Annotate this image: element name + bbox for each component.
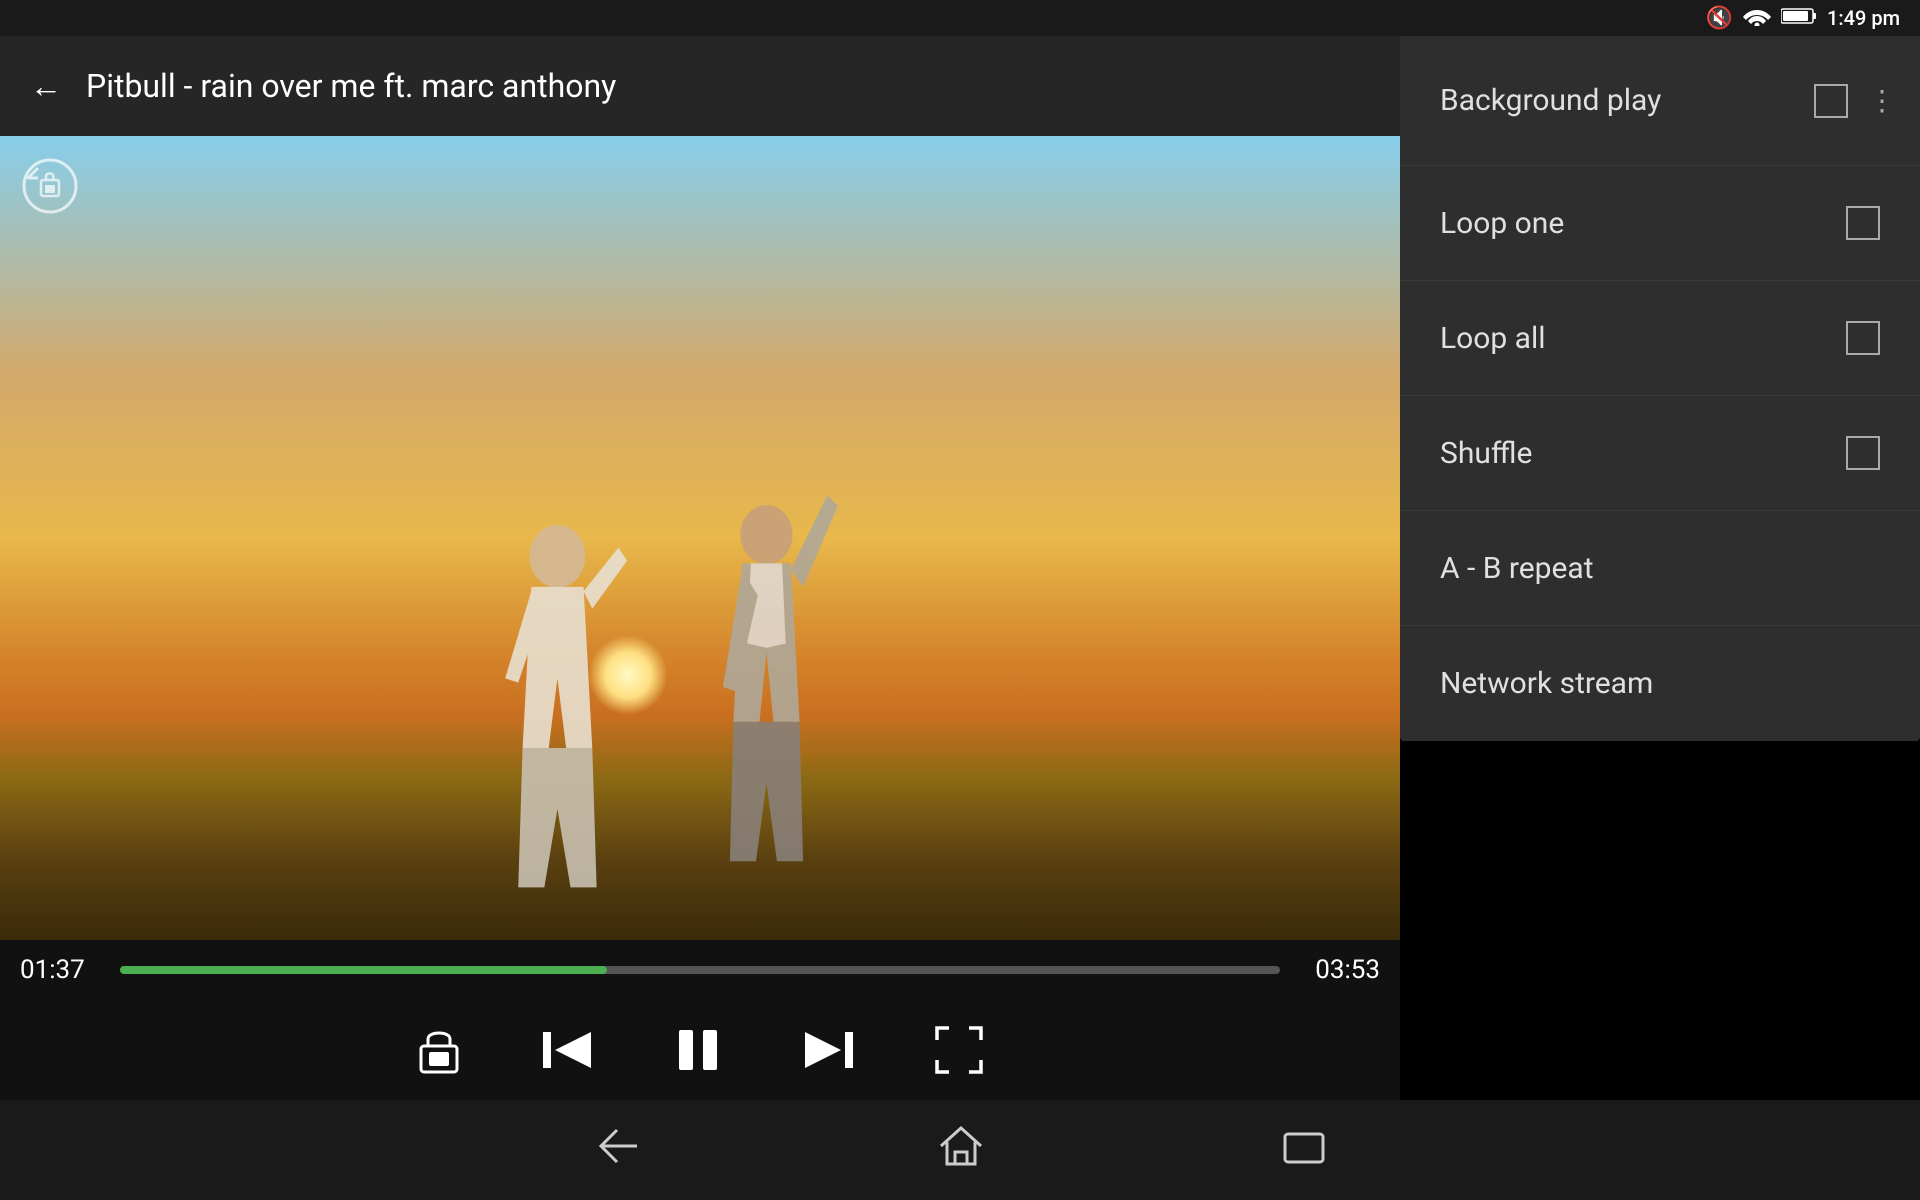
back-button[interactable]: ← xyxy=(30,67,62,105)
back-nav-button[interactable] xyxy=(595,1128,639,1173)
menu-item-loop-all[interactable]: Loop all xyxy=(1400,281,1920,396)
background-play-checkbox[interactable] xyxy=(1814,84,1848,118)
video-frame xyxy=(0,136,1400,940)
current-time: 01:37 xyxy=(20,955,100,985)
rotation-lock-icon[interactable] xyxy=(20,156,80,216)
loop-one-label: Loop one xyxy=(1440,206,1564,241)
progress-track[interactable] xyxy=(120,966,1280,974)
shuffle-label: Shuffle xyxy=(1440,436,1532,471)
menu-item-loop-one[interactable]: Loop one xyxy=(1400,166,1920,281)
navigation-bar xyxy=(0,1100,1920,1200)
menu-item-ab-repeat[interactable]: A - B repeat xyxy=(1400,511,1920,626)
fullscreen-button[interactable] xyxy=(935,1026,983,1074)
mute-icon: 🔇 xyxy=(1706,6,1733,31)
wifi-icon xyxy=(1743,4,1771,32)
status-bar: 🔇 1:49 pm xyxy=(0,0,1920,36)
network-stream-label: Network stream xyxy=(1440,666,1653,701)
loop-all-checkbox[interactable] xyxy=(1846,321,1880,355)
lock-button[interactable] xyxy=(417,1024,461,1076)
home-nav-button[interactable] xyxy=(939,1126,983,1175)
recents-nav-button[interactable] xyxy=(1283,1128,1325,1173)
next-button[interactable] xyxy=(803,1028,855,1072)
playback-controls xyxy=(0,1000,1400,1100)
more-options-icon[interactable]: ⋮ xyxy=(1860,76,1904,125)
battery-icon xyxy=(1781,6,1817,30)
prev-button[interactable] xyxy=(541,1028,593,1072)
menu-item-background-play[interactable]: Background play ⋮ xyxy=(1400,36,1920,166)
clock: 1:49 pm xyxy=(1827,6,1900,30)
menu-item-shuffle[interactable]: Shuffle xyxy=(1400,396,1920,511)
progress-bar-area: 01:37 03:53 xyxy=(0,940,1400,1000)
pause-button[interactable] xyxy=(673,1025,723,1075)
progress-fill xyxy=(120,966,607,974)
menu-item-network-stream[interactable]: Network stream xyxy=(1400,626,1920,741)
loop-all-label: Loop all xyxy=(1440,321,1546,356)
total-time: 03:53 xyxy=(1300,955,1380,985)
background-play-label: Background play xyxy=(1440,83,1661,118)
shuffle-checkbox[interactable] xyxy=(1846,436,1880,470)
video-title: Pitbull - rain over me ft. marc anthony xyxy=(86,67,616,105)
loop-one-checkbox[interactable] xyxy=(1846,206,1880,240)
sun-decoration xyxy=(588,635,668,715)
overflow-menu: Background play ⋮ Loop one Loop all Shuf… xyxy=(1400,36,1920,741)
video-player[interactable] xyxy=(0,136,1400,940)
ab-repeat-label: A - B repeat xyxy=(1440,551,1594,586)
